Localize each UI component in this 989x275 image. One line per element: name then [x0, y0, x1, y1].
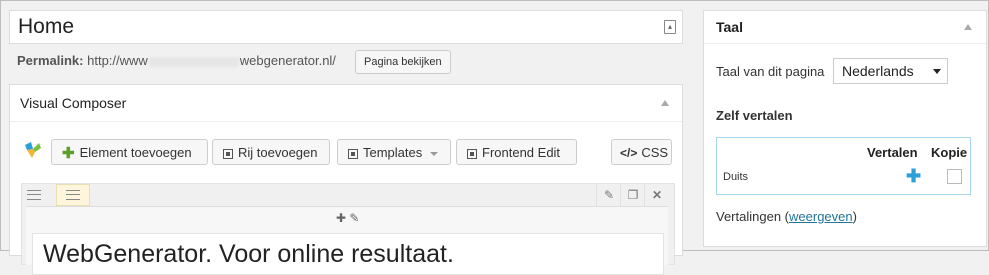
permalink-label: Permalink: [17, 53, 84, 68]
copy-checkbox[interactable] [947, 169, 962, 184]
view-page-button[interactable]: Pagina bekijken [355, 50, 451, 74]
self-translate-heading: Zelf vertalen [716, 108, 793, 123]
col-translate-header: Vertalen [867, 145, 918, 160]
row-drag-handle[interactable] [22, 184, 46, 206]
language-panel-title: Taal [716, 19, 743, 35]
edit-row-icon[interactable]: ✎ [596, 184, 621, 206]
column-controls[interactable]: ✚ ✎ [336, 211, 359, 225]
show-translations-link[interactable]: weergeven [789, 209, 853, 224]
frontend-edit-button[interactable]: Frontend Edit [456, 139, 577, 165]
row-layout-tab[interactable] [56, 184, 90, 206]
permalink-prefix[interactable]: http://www [87, 53, 148, 68]
edit-column-icon[interactable]: ✎ [349, 211, 359, 225]
delete-row-icon[interactable]: ✕ [644, 184, 669, 206]
add-to-column-icon[interactable]: ✚ [336, 211, 346, 225]
clone-row-icon[interactable]: ❐ [620, 184, 645, 206]
add-translation-icon[interactable]: ✚ [906, 166, 921, 187]
translations-label: Vertalingen [716, 209, 782, 224]
collapse-arrow-icon[interactable] [661, 100, 669, 106]
language-panel: Taal Taal van dit pagina Nederlands Zelf… [703, 10, 987, 247]
visual-composer-title: Visual Composer [20, 95, 127, 111]
post-title-field[interactable]: Home ▴ [9, 10, 683, 44]
chevron-down-icon [933, 69, 941, 74]
layout-lines-icon [66, 190, 80, 200]
row-language-label: Duits [723, 171, 749, 183]
vc-column: ✚ ✎ WebGenerator. Voor online resultaat. [26, 206, 668, 275]
language-select-value: Nederlands [842, 63, 914, 79]
blurred-domain [148, 56, 239, 67]
document-icon[interactable]: ▴ [664, 20, 676, 34]
col-copy-header: Kopie [931, 145, 968, 160]
templates-label: Templates [363, 145, 423, 160]
frontend-icon [467, 148, 477, 159]
templates-icon [348, 148, 358, 159]
collapse-arrow-icon[interactable] [964, 24, 972, 30]
plus-icon: ✚ [62, 144, 75, 162]
translations-row: Vertalingen (weergeven) [716, 209, 857, 224]
add-element-label: Element toevoegen [79, 145, 192, 160]
chevron-down-icon [430, 151, 439, 156]
language-select[interactable]: Nederlands [833, 58, 948, 84]
text-element[interactable]: WebGenerator. Voor online resultaat. [32, 233, 664, 275]
element-text: WebGenerator. Voor online resultaat. [43, 240, 454, 268]
permalink-row: Permalink: http://www webgenerator.nl/ [17, 53, 336, 68]
drag-lines-icon [27, 190, 41, 200]
frontend-edit-label: Frontend Edit [482, 145, 561, 160]
post-title-text[interactable]: Home [18, 15, 74, 39]
visual-composer-logo-icon [25, 142, 41, 158]
language-panel-header[interactable]: Taal [704, 11, 986, 44]
add-row-label: Rij toevoegen [238, 145, 318, 160]
row-icon [223, 148, 233, 159]
language-label: Taal van dit pagina [716, 64, 825, 79]
add-row-button[interactable]: Rij toevoegen [212, 139, 330, 165]
templates-button[interactable]: Templates [337, 139, 451, 165]
code-icon: </> [620, 146, 638, 160]
visual-composer-header[interactable]: Visual Composer [10, 85, 682, 122]
css-button[interactable]: </> CSS [611, 139, 672, 165]
permalink-suffix[interactable]: webgenerator.nl/ [240, 53, 336, 68]
vc-row: ✎ ❐ ✕ ✚ ✎ WebGenerator. Voor online resu… [21, 183, 675, 275]
add-element-button[interactable]: ✚ Element toevoegen [51, 139, 208, 165]
translations-table: Vertalen Kopie Duits ✚ [716, 137, 971, 195]
css-label: CSS [641, 145, 669, 160]
visual-composer-panel: Visual Composer ✚ Element toevoegen Rij t… [9, 84, 683, 275]
